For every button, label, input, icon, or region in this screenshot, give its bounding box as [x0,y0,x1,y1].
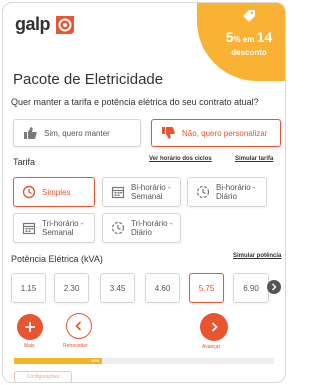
back-button[interactable] [66,313,92,339]
more-caption: Mais [24,343,35,349]
power-option-4-60[interactable]: 4.60 [145,273,180,303]
galp-mark-icon [56,16,75,34]
tag-icon [243,10,255,22]
calendar-icon [111,186,125,199]
power-option-3-45[interactable]: 3.45 [100,273,135,303]
tariff-option-bi-horario-diario[interactable]: Bi-horário - Diário [187,177,267,207]
power-heading: Potência Elétrica (kVA) [11,254,103,264]
calendar-icon [22,222,36,235]
chevron-left-icon [75,321,82,331]
thumbs-down-icon [162,127,175,139]
tariff-option-label: Tri-horário - Semanal [42,219,84,237]
tariff-option-label: Simples [42,187,71,197]
tariff-option-tri-horario-semanal[interactable]: Tri-horário - Semanal [13,213,95,243]
view-cycle-times-link[interactable]: Ver horário dos ciclos [149,156,212,162]
keep-contract-label: Sim, quero manter [44,128,110,138]
clock-slash-icon [196,185,210,199]
clock-icon [22,185,36,199]
power-option-6-90[interactable]: 6.90 [233,273,269,303]
promo-badge[interactable]: 5% em 14 desconto [197,3,285,81]
next-caption: Avançar [202,344,221,350]
brand-name: galp [15,13,51,34]
app-frame: galp 5% em 14 desconto Pacote de Eletric… [2,2,286,383]
progress-fill: 34% [14,358,103,364]
tarifa-heading: Tarifa [13,157,36,167]
tariff-option-simples[interactable]: Simples [13,177,95,207]
thumbs-up-icon [24,127,37,139]
clock-slash-icon [111,221,125,235]
customize-contract-button[interactable]: Não, quero personalizar [151,119,281,147]
customize-contract-label: Não, quero personalizar [182,128,268,138]
tariff-option-label: Bi-horário - Semanal [131,183,171,201]
configurations-button[interactable]: Configurações [14,371,72,382]
promo-subtitle: desconto [231,48,267,57]
page-title: Pacote de Eletricidade [13,71,164,88]
tariff-option-tri-horario-diario[interactable]: Tri-horário - Diário [102,213,181,243]
chevron-right-icon [272,283,277,291]
chevron-right-icon [211,322,218,332]
power-option-2-30[interactable]: 2.30 [54,273,89,303]
more-button[interactable] [17,314,43,340]
progress-bar: 34% [14,358,274,364]
simulate-tariff-link[interactable]: Simular tarifa [235,156,273,162]
next-button[interactable] [200,313,228,341]
back-caption: Retroceder [63,343,88,349]
power-option-1-15[interactable]: 1.15 [11,273,46,303]
tariff-option-bi-horario-semanal[interactable]: Bi-horário - Semanal [102,177,181,207]
contract-question: Quer manter a tarifa e potência elétrica… [11,97,259,107]
tariff-option-label: Bi-horário - Diário [216,183,256,201]
plus-icon [25,322,35,332]
galp-logo: galp [15,12,77,36]
tariff-option-label: Tri-horário - Diário [131,219,173,237]
promo-value: 5% em 14 [225,29,273,45]
keep-contract-button[interactable]: Sim, quero manter [13,119,141,147]
simulate-power-link[interactable]: Simular potência [233,253,281,259]
power-scroll-right-button[interactable] [267,280,281,294]
progress-text: 34% [91,358,100,363]
power-option-5-75[interactable]: 5.75 [189,273,224,303]
